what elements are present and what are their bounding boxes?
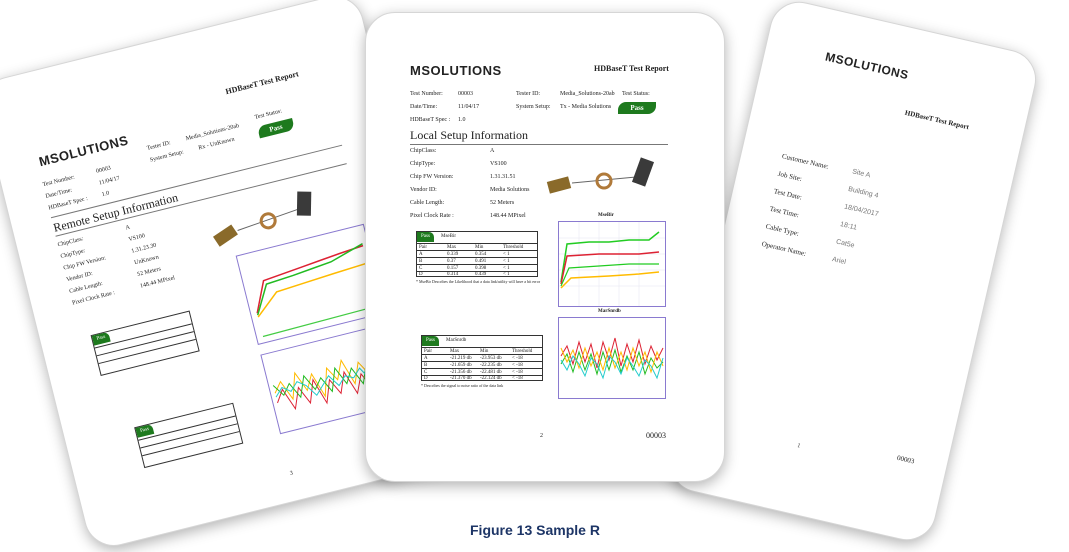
cell: < 1 — [503, 272, 510, 277]
mse-note: * MseBir Describes the Likelihood that a… — [416, 279, 541, 284]
label-system-setup: System Setup: — [149, 149, 185, 164]
value-test-number: 00003 — [95, 165, 112, 175]
doc-number: 00003 — [646, 431, 666, 440]
cell: 0.439 — [475, 272, 487, 277]
value-chip-type: VS100 — [490, 161, 507, 167]
page-number: 1 — [796, 443, 801, 450]
table-row: D -21.370 db -22.124 db < -18 — [422, 375, 542, 381]
label-tester-id: Tester ID: — [146, 140, 172, 152]
label-system-setup: System Setup: — [516, 104, 551, 110]
value-pixel-clock: 148.44 MPixel — [139, 275, 176, 290]
report-title: HDBaseT Test Report — [594, 64, 669, 73]
value-chip-class: A — [125, 224, 131, 232]
label-operator-name: Operator Name: — [760, 239, 807, 258]
label-cable-length: Cable Length: — [410, 200, 445, 206]
value-spec: 1.0 — [101, 190, 111, 199]
label-test-status: Test Status: — [622, 91, 650, 97]
value-cable-type: Cat5e — [835, 238, 856, 250]
report-title: HDBaseT Test Report — [224, 69, 300, 97]
value-chip-type: VS100 — [127, 233, 146, 244]
label-date-time: Date/Time: — [45, 187, 73, 200]
figure-caption: Figure 13 Sample R — [470, 522, 600, 538]
label-cable-type: Cable Type: — [764, 222, 800, 238]
table-pass-badge: Pass — [417, 232, 434, 242]
value-test-number: 00003 — [458, 91, 473, 97]
label-vendor-id: Vendor ID: — [65, 270, 94, 284]
value-spec: 1.0 — [458, 117, 466, 123]
page-number: 3 — [289, 470, 294, 477]
value-cable-length: 52 Meters — [136, 266, 162, 278]
value-cable-length: 52 Meters — [490, 200, 515, 206]
msebir-chart — [558, 221, 666, 307]
report-title: HDBaseT Test Report — [904, 108, 970, 132]
pass-badge: Pass — [257, 118, 295, 139]
value-operator-name: Ariel — [831, 256, 847, 267]
value-tester-id: Media_Solutions-20ab — [560, 91, 615, 97]
value-chip-fw: 1.31.23.30 — [130, 242, 158, 255]
margin-table-left: Pass — [134, 402, 244, 469]
cell: -22.124 db — [480, 376, 502, 381]
chart1-title: MseBir — [598, 213, 614, 218]
label-customer-name: Customer Name: — [781, 152, 830, 171]
label-vendor-id: Vendor ID: — [410, 187, 437, 193]
cell: D — [424, 376, 428, 381]
label-cable-length: Cable Length: — [68, 280, 104, 295]
label-date-time: Date/Time: — [410, 104, 438, 110]
cell: 0.314 — [447, 272, 459, 277]
label-test-time: Test Time: — [768, 204, 800, 220]
label-tester-id: Tester ID: — [516, 91, 541, 97]
value-chip-class: A — [490, 148, 495, 154]
section-title: Local Setup Information — [410, 128, 528, 142]
logo: MSOLUTIONS — [37, 132, 130, 170]
logo: MSOLUTIONS — [410, 63, 502, 78]
mse-table-left: Pass — [90, 310, 200, 376]
report-page-2: MSOLUTIONS HDBaseT Test Report Test Numb… — [365, 12, 725, 482]
margin-note: * Describes the signal to noise ratio of… — [421, 383, 504, 388]
device-setup-illustration — [546, 157, 655, 194]
label-chip-class: ChipClass: — [57, 236, 85, 249]
marsnrdb-chart — [558, 317, 666, 399]
value-chip-fw: 1.31.31.51 — [490, 174, 516, 180]
page-number: 2 — [540, 433, 543, 439]
doc-number: 00003 — [896, 453, 916, 466]
value-customer-name: Site A — [851, 168, 871, 180]
label-chip-type: ChipType: — [60, 248, 87, 260]
table-name: MseBir — [441, 234, 456, 239]
value-vendor-id: Media Solutions — [490, 187, 530, 193]
value-system-setup: Rx - UnKnown — [197, 136, 236, 152]
table-row: D 0.314 0.439 < 1 — [417, 271, 537, 277]
value-date-time: 11/04/17 — [98, 175, 121, 187]
label-test-status: Test Status: — [254, 108, 283, 121]
value-test-date: 18/04/2017 — [843, 203, 880, 219]
label-pixel-clock: Pixel Clock Rate : — [410, 213, 454, 219]
logo: MSOLUTIONS — [824, 49, 910, 83]
value-pixel-clock: 148.44 MPixel — [490, 213, 526, 219]
cell: D — [419, 272, 423, 277]
label-test-number: Test Number: — [410, 91, 443, 97]
cell: -21.370 db — [450, 376, 472, 381]
value-job-site: Building 4 — [847, 185, 879, 200]
table-name: MarSnrdb — [446, 338, 467, 343]
mse-table: Pass MseBir Pair Max Min Threshold A 0.3… — [416, 231, 538, 277]
value-test-time: 18:11 — [839, 221, 858, 232]
cell: < -18 — [512, 376, 523, 381]
chart2-title: MarSnrdb — [598, 309, 621, 314]
label-job-site: Job Site: — [777, 169, 803, 183]
label-test-date: Test Date: — [773, 187, 803, 202]
margin-table: Pass MarSnrdb Pair Max Min Threshold A -… — [421, 335, 543, 381]
label-chip-type: ChipType: — [410, 161, 436, 167]
table-pass-badge: Pass — [422, 336, 439, 346]
value-system-setup: Tx - Media Solutions — [560, 104, 612, 110]
label-chip-fw: Chip FW Version: — [410, 174, 454, 180]
value-date-time: 11/04/17 — [458, 104, 480, 110]
divider — [410, 144, 668, 145]
label-test-number: Test Number: — [42, 174, 76, 189]
label-chip-class: ChipClass: — [410, 148, 437, 154]
value-vendor-id: UnKnown — [133, 254, 160, 267]
pass-badge: Pass — [618, 102, 656, 114]
label-spec: HDBaseT Spec : — [410, 117, 451, 123]
